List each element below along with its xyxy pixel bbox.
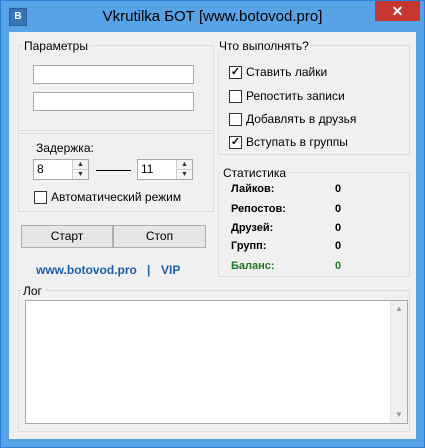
actions-group-title: Что выполнять? bbox=[217, 39, 311, 53]
delay-from-input[interactable]: 8 ▲ ▼ bbox=[33, 159, 89, 180]
password-input[interactable] bbox=[33, 92, 194, 111]
app-window: B Vkrutilka БОТ [www.botovod.pro] ✕ Пара… bbox=[0, 0, 425, 448]
delay-to-spinner[interactable]: ▲ ▼ bbox=[176, 160, 192, 179]
log-scrollbar[interactable]: ▲ ▼ bbox=[390, 301, 407, 423]
stats-group-title: Статистика bbox=[221, 166, 289, 180]
vip-link[interactable]: VIP bbox=[161, 263, 180, 277]
checkbox-box[interactable] bbox=[229, 89, 242, 103]
groups-checkbox[interactable]: ✓ Вступать в группы bbox=[229, 134, 348, 150]
reposts-stat-value: 0 bbox=[335, 203, 342, 215]
delay-from-spinner[interactable]: ▲ ▼ bbox=[72, 160, 88, 179]
delay-to-input[interactable]: 11 ▲ ▼ bbox=[137, 159, 193, 180]
spin-up-icon[interactable]: ▲ bbox=[73, 160, 88, 170]
site-link[interactable]: www.botovod.pro bbox=[36, 263, 137, 277]
title-bar[interactable]: B Vkrutilka БОТ [www.botovod.pro] ✕ bbox=[1, 1, 424, 32]
checkbox-box[interactable] bbox=[229, 112, 242, 126]
spin-up-icon[interactable]: ▲ bbox=[177, 160, 192, 170]
params-group bbox=[18, 45, 214, 134]
login-input[interactable] bbox=[33, 65, 194, 84]
scroll-down-icon[interactable]: ▼ bbox=[391, 407, 407, 423]
repost-checkbox[interactable]: Репостить записи bbox=[229, 88, 345, 104]
friends-stat-label: Друзей: bbox=[231, 222, 274, 234]
close-button[interactable]: ✕ bbox=[375, 1, 420, 21]
spin-down-icon[interactable]: ▼ bbox=[177, 170, 192, 179]
checkbox-check-icon[interactable]: ✓ bbox=[229, 65, 242, 79]
balance-stat-value: 0 bbox=[335, 260, 342, 272]
likes-stat-value: 0 bbox=[335, 183, 342, 195]
friends-checkbox[interactable]: Добавлять в друзья bbox=[229, 111, 356, 127]
likes-stat-label: Лайков: bbox=[231, 183, 275, 195]
delay-from-value: 8 bbox=[37, 162, 44, 176]
start-button[interactable]: Старт bbox=[21, 225, 113, 248]
delay-label: Задержка: bbox=[34, 141, 96, 155]
checkbox-check-icon[interactable]: ✓ bbox=[229, 135, 242, 149]
likes-checkbox[interactable]: ✓ Ставить лайки bbox=[229, 64, 327, 80]
link-separator: | bbox=[147, 263, 151, 277]
auto-mode-label: Автоматический режим bbox=[51, 190, 182, 204]
delay-to-value: 11 bbox=[141, 162, 154, 176]
scroll-up-icon[interactable]: ▲ bbox=[391, 301, 407, 317]
groups-label: Вступать в группы bbox=[246, 135, 348, 149]
log-textarea[interactable]: ▲ ▼ bbox=[25, 300, 408, 424]
reposts-stat-label: Репостов: bbox=[231, 203, 286, 215]
groups-stat-label: Групп: bbox=[231, 240, 267, 252]
auto-mode-checkbox[interactable]: Автоматический режим bbox=[34, 189, 181, 205]
repost-label: Репостить записи bbox=[246, 89, 345, 103]
range-dash bbox=[96, 170, 131, 171]
window-title: Vkrutilka БОТ [www.botovod.pro] bbox=[102, 8, 323, 25]
spin-down-icon[interactable]: ▼ bbox=[73, 170, 88, 179]
params-group-title: Параметры bbox=[22, 39, 90, 53]
groups-stat-value: 0 bbox=[335, 240, 342, 252]
stop-button[interactable]: Стоп bbox=[113, 225, 206, 248]
friends-label: Добавлять в друзья bbox=[246, 112, 357, 126]
client-area: Параметры Задержка: 8 ▲ ▼ 11 ▲ ▼ Автомат… bbox=[9, 32, 416, 439]
log-group-title: Лог bbox=[21, 284, 44, 298]
likes-label: Ставить лайки bbox=[246, 65, 328, 79]
balance-stat-label: Баланс: bbox=[231, 260, 275, 272]
friends-stat-value: 0 bbox=[335, 222, 342, 234]
checkbox-box[interactable] bbox=[34, 190, 47, 204]
